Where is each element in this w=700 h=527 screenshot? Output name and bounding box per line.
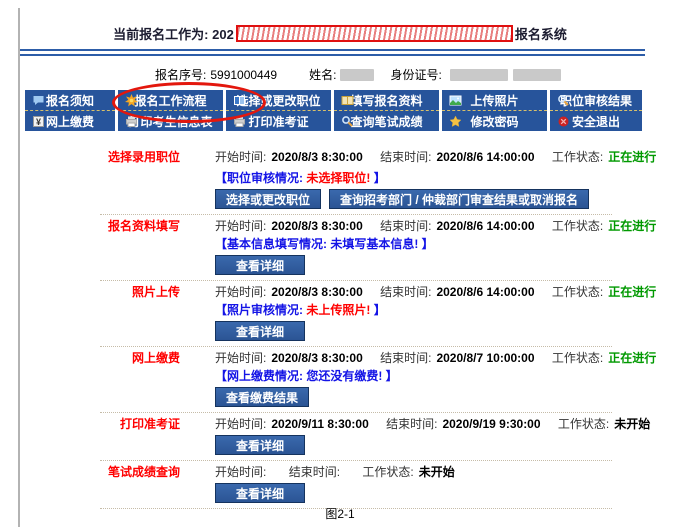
reg-no-label: 报名序号: [155,66,206,83]
section-exam-score: 笔试成绩查询 开始时间: 结束时间: 工作状态:未开始 查看详细 [20,465,645,509]
speech-bubble-icon [32,94,45,107]
printer-icon [125,115,138,128]
position-panels-icon [233,94,246,107]
section-divider [100,412,612,413]
section-times: 开始时间: 结束时间: 工作状态:未开始 [215,465,469,479]
menu-item-query-score[interactable]: 查询笔试成绩 [334,110,439,131]
menu-row-1: 报名须知 报名工作流程 选择或更改职位 填写报名资料 上传照片 职位审核结果 [25,90,642,110]
status-badge: 正在进行 [608,351,656,365]
section-times: 开始时间:2020/9/11 8:30:00 结束时间:2020/9/19 9:… [215,417,664,431]
yen-icon: ¥ [32,115,45,128]
menu-item-pay-online[interactable]: ¥ 网上缴费 [25,110,115,131]
menu-label: 查询笔试成绩 [350,113,422,130]
view-detail-button[interactable]: 查看详细 [215,255,305,275]
title-suffix: 报名系统 [515,27,567,42]
menu-item-review-result[interactable]: 职位审核结果 [550,90,642,110]
printer-icon [233,115,246,128]
menu-label: 修改密码 [470,113,518,130]
status-badge: 正在进行 [608,150,656,164]
svg-text:¥: ¥ [36,117,41,127]
section-note: 【职位审核情况: 未选择职位! 】 [215,172,645,185]
menu-item-fill-form[interactable]: 填写报名资料 [334,90,439,110]
status-badge: 正在进行 [608,285,656,299]
menu-item-logout[interactable]: 安全退出 [550,110,642,131]
menu-item-notice[interactable]: 报名须知 [25,90,115,110]
section-title: 照片上传 [20,285,180,299]
photo-icon [449,94,462,107]
workflow-status-list: 选择录用职位 开始时间:2020/8/3 8:30:00 结束时间:2020/8… [20,142,645,513]
menu-item-print-admission[interactable]: 打印准考证 [226,110,331,131]
name-redacted-box [340,69,374,81]
title-prefix: 当前报名工作为: 202 [113,27,234,42]
section-photo-upload: 照片上传 开始时间:2020/8/3 8:30:00 结束时间:2020/8/6… [20,285,645,347]
menu-label: 打印考生信息表 [128,113,212,130]
name-label: 姓名: [309,66,336,83]
menu-item-print-info-form[interactable]: 打印考生信息表 [118,110,223,131]
exit-icon [557,115,570,128]
section-title: 网上缴费 [20,351,180,365]
view-detail-button[interactable]: 查看详细 [215,321,305,341]
menu-label: 选择或更改职位 [236,92,320,109]
section-select-position: 选择录用职位 开始时间:2020/8/3 8:30:00 结束时间:2020/8… [20,142,645,215]
header-divider [20,49,645,56]
section-note: 【照片审核情况: 未上传照片! 】 [215,304,645,317]
id-redacted-box-1 [450,69,508,81]
note-warning: 未选择职位! [306,171,373,185]
section-title: 报名资料填写 [20,219,180,233]
section-times: 开始时间:2020/8/3 8:30:00 结束时间:2020/8/7 10:0… [215,351,670,365]
main-menu: 报名须知 报名工作流程 选择或更改职位 填写报名资料 上传照片 职位审核结果 [25,90,642,131]
magnifier-icon [557,94,570,107]
section-note: 【基本信息填写情况: 未填写基本信息! 】 [215,238,645,251]
magnifier-icon [341,115,354,128]
star-icon [449,115,462,128]
menu-label: 填写报名资料 [350,92,422,109]
section-pay-online: 网上缴费 开始时间:2020/8/3 8:30:00 结束时间:2020/8/7… [20,351,645,413]
status-badge: 未开始 [614,417,650,431]
section-divider [100,214,612,215]
section-fill-info: 报名资料填写 开始时间:2020/8/3 8:30:00 结束时间:2020/8… [20,219,645,281]
workflow-sun-icon [125,94,138,107]
view-payment-result-button[interactable]: 查看缴费结果 [215,387,309,407]
section-title: 打印准考证 [20,417,180,431]
menu-item-select-position[interactable]: 选择或更改职位 [226,90,331,110]
menu-item-upload-photo[interactable]: 上传照片 [442,90,547,110]
note-warning: 未上传照片! [306,303,373,317]
view-detail-button[interactable]: 查看详细 [215,483,305,503]
section-divider [100,346,612,347]
section-divider [100,280,612,281]
menu-label: 打印准考证 [248,113,308,130]
section-times: 开始时间:2020/8/3 8:30:00 结束时间:2020/8/6 14:0… [215,219,670,233]
status-badge: 正在进行 [608,219,656,233]
menu-item-workflow[interactable]: 报名工作流程 [118,90,223,110]
form-book-icon [341,94,354,107]
menu-label: 网上缴费 [46,113,94,130]
status-badge: 未开始 [419,465,455,479]
menu-label: 上传照片 [470,92,518,109]
section-divider [100,460,612,461]
registration-system-page: 当前报名工作为: 202 报名系统 报名序号: 5991000449 姓名: 身份… [0,0,700,527]
view-detail-button[interactable]: 查看详细 [215,435,305,455]
id-label: 身份证号: [390,66,441,83]
applicant-info-bar: 报名序号: 5991000449 姓名: 身份证号: [155,66,561,83]
menu-label: 安全退出 [572,113,620,130]
menu-label: 报名工作流程 [134,92,206,109]
section-times: 开始时间:2020/8/3 8:30:00 结束时间:2020/8/6 14:0… [215,150,670,164]
section-note: 【网上缴费情况: 您还没有缴费! 】 [215,370,645,383]
section-title: 笔试成绩查询 [20,465,180,479]
select-position-button[interactable]: 选择或更改职位 [215,189,321,209]
id-redacted-box-2 [513,69,561,81]
section-print-admission: 打印准考证 开始时间:2020/9/11 8:30:00 结束时间:2020/9… [20,417,645,461]
reg-no-value: 5991000449 [210,68,277,82]
section-times: 开始时间:2020/8/3 8:30:00 结束时间:2020/8/6 14:0… [215,285,670,299]
menu-label: 职位审核结果 [560,92,632,109]
menu-row-2: ¥ 网上缴费 打印考生信息表 打印准考证 查询笔试成绩 修改密码 安全退出 [25,110,642,131]
section-title: 选择录用职位 [20,150,180,164]
menu-label: 报名须知 [46,92,94,109]
query-review-or-cancel-button[interactable]: 查询招考部门 / 仲裁部门审查结果或取消报名 [329,189,589,209]
menu-item-change-password[interactable]: 修改密码 [442,110,547,131]
redacted-title-box [236,25,513,42]
figure-caption: 图2-1 [10,505,670,522]
page-title: 当前报名工作为: 202 报名系统 [10,24,670,43]
